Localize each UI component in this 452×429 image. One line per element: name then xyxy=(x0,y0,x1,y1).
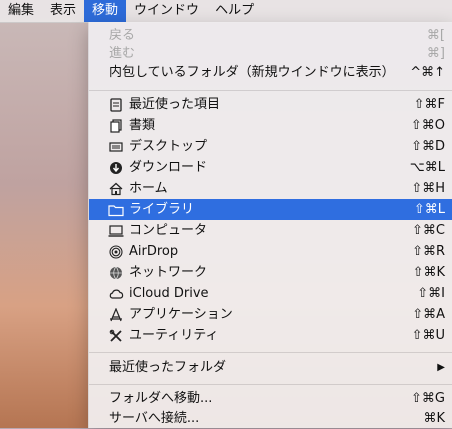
go-menu: 戻る ⌘[ 進む ⌘] 内包しているフォルダ（新規ウインドウに表示） ^⌘↑ 最… xyxy=(88,22,452,428)
menu-item-downloads[interactable]: ダウンロード ⌥⌘L xyxy=(89,157,452,178)
desktop-background xyxy=(0,22,88,428)
menu-item-shortcut: ⇧⌘F xyxy=(413,97,445,112)
menu-item-label: 進む xyxy=(109,46,136,61)
menu-item-label: ネットワーク xyxy=(129,265,208,280)
cloud-icon xyxy=(108,286,124,302)
menubar-window[interactable]: ウインドウ xyxy=(126,0,207,22)
menu-item-shortcut: ⇧⌘K xyxy=(412,265,445,280)
menu-item-home[interactable]: ホーム ⇧⌘H xyxy=(89,178,452,199)
utilities-icon xyxy=(108,328,124,344)
menu-item-label: ライブラリ xyxy=(129,202,195,217)
menu-bar: 編集 表示 移動 ウインドウ ヘルプ xyxy=(0,0,452,23)
menu-separator xyxy=(89,90,452,91)
menu-item-label: アプリケーション xyxy=(129,307,233,322)
menu-item-go-to-folder[interactable]: フォルダへ移動... ⇧⌘G xyxy=(89,388,452,409)
menu-item-shortcut: ⌘K xyxy=(423,411,445,426)
menu-item-label: ユーティリティ xyxy=(129,328,219,343)
downloads-icon xyxy=(108,160,124,176)
menu-item-recent-folders[interactable]: 最近使ったフォルダ ▶ xyxy=(89,357,452,378)
menu-item-label: 内包しているフォルダ（新規ウインドウに表示） xyxy=(109,65,395,80)
applications-icon xyxy=(108,307,124,323)
menu-item-label: ホーム xyxy=(129,181,168,196)
menu-item-airdrop[interactable]: AirDrop ⇧⌘R xyxy=(89,241,452,262)
menu-item-utilities[interactable]: ユーティリティ ⇧⌘U xyxy=(89,325,452,346)
menu-separator xyxy=(89,384,452,385)
menu-item-shortcut: ⌥⌘L xyxy=(409,160,445,175)
menu-item-network[interactable]: ネットワーク ⇧⌘K xyxy=(89,262,452,283)
menu-item-forward[interactable]: 進む ⌘] xyxy=(89,43,452,64)
menu-item-recents[interactable]: 最近使った項目 ⇧⌘F xyxy=(89,94,452,115)
menu-item-shortcut: ⇧⌘C xyxy=(412,223,445,238)
menu-item-label: コンピュータ xyxy=(129,223,208,238)
menu-item-shortcut: ⌘] xyxy=(426,46,445,61)
menu-item-applications[interactable]: アプリケーション ⇧⌘A xyxy=(89,304,452,325)
menu-item-shortcut: ⇧⌘U xyxy=(411,328,445,343)
menu-item-computer[interactable]: コンピュータ ⇧⌘C xyxy=(89,220,452,241)
menu-item-icloud-drive[interactable]: iCloud Drive ⇧⌘I xyxy=(89,283,452,304)
menu-item-shortcut: ⇧⌘D xyxy=(411,139,445,154)
menu-separator xyxy=(89,352,452,353)
menu-item-shortcut: ⇧⌘G xyxy=(411,391,445,406)
menu-item-shortcut: ⇧⌘L xyxy=(413,202,445,217)
menubar-view[interactable]: 表示 xyxy=(42,0,84,22)
menu-item-shortcut: ⇧⌘O xyxy=(410,118,445,133)
menu-item-label: 書類 xyxy=(129,118,156,133)
menu-item-desktop[interactable]: デスクトップ ⇧⌘D xyxy=(89,136,452,157)
home-icon xyxy=(108,181,124,197)
menu-item-documents[interactable]: 書類 ⇧⌘O xyxy=(89,115,452,136)
computer-icon xyxy=(108,223,124,239)
menubar-go[interactable]: 移動 xyxy=(84,0,127,22)
menu-item-shortcut: ⇧⌘R xyxy=(412,244,445,259)
menu-item-connect-to-server[interactable]: サーバへ接続... ⌘K xyxy=(89,408,452,429)
desktop-icon xyxy=(108,139,124,155)
submenu-arrow-icon: ▶ xyxy=(437,362,445,373)
menu-item-label: サーバへ接続... xyxy=(109,411,200,426)
menu-item-shortcut: ⇧⌘A xyxy=(412,307,445,322)
menu-item-shortcut: ⇧⌘H xyxy=(411,181,445,196)
folder-icon xyxy=(108,202,124,218)
menubar-edit[interactable]: 編集 xyxy=(0,0,42,22)
menubar-help[interactable]: ヘルプ xyxy=(207,0,262,22)
menu-item-label: フォルダへ移動... xyxy=(109,391,213,406)
airdrop-icon xyxy=(108,244,124,260)
menu-item-label: 最近使った項目 xyxy=(129,97,221,112)
menu-item-label: ダウンロード xyxy=(129,160,208,175)
menu-item-shortcut: ^⌘↑ xyxy=(410,65,445,80)
menu-item-label: デスクトップ xyxy=(129,139,208,154)
network-icon xyxy=(108,265,124,281)
menu-item-library[interactable]: ライブラリ ⇧⌘L xyxy=(89,199,452,220)
recents-icon xyxy=(108,97,124,113)
menu-item-label: AirDrop xyxy=(129,244,179,259)
menu-item-enclosing-folder[interactable]: 内包しているフォルダ（新規ウインドウに表示） ^⌘↑ xyxy=(89,62,452,83)
menu-item-shortcut: ⇧⌘I xyxy=(417,286,445,301)
documents-icon xyxy=(108,118,124,134)
menu-item-label: iCloud Drive xyxy=(129,286,209,301)
menu-item-label: 最近使ったフォルダ xyxy=(109,360,227,375)
